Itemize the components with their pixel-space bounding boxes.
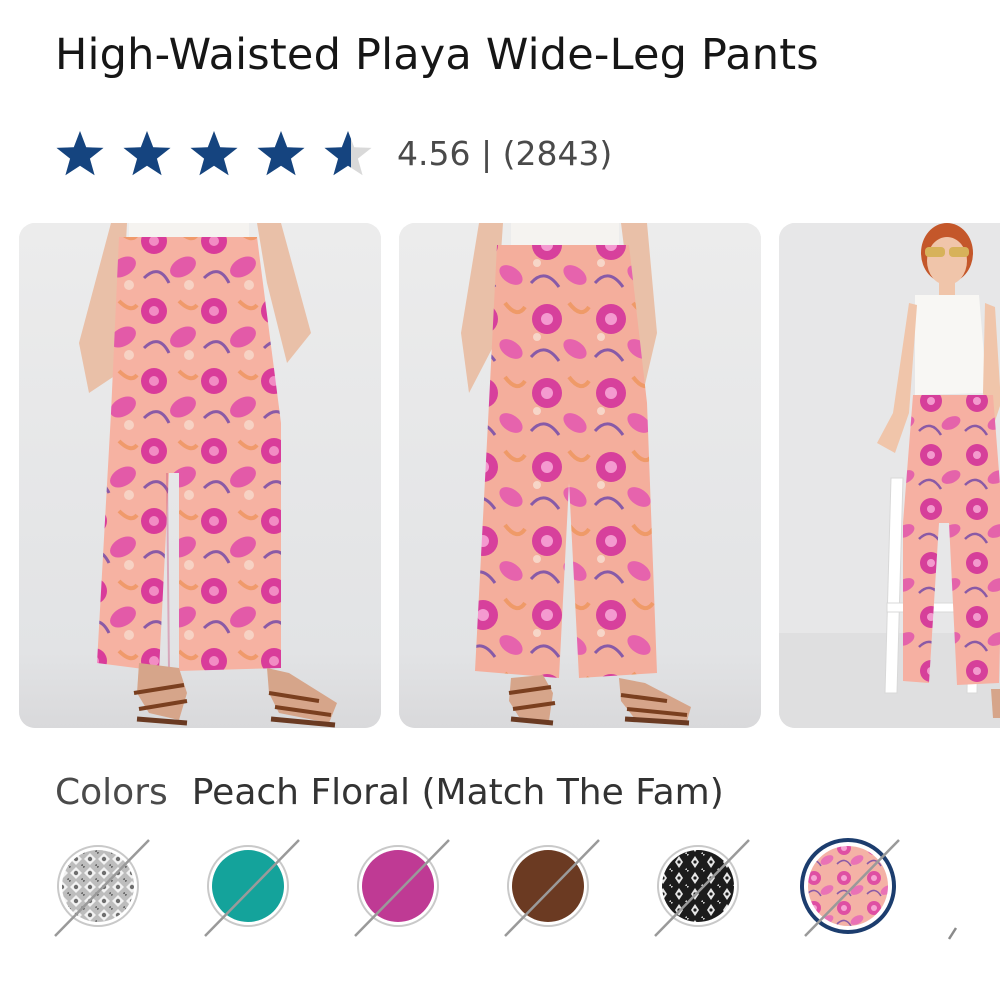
next-swatch-partial-icon [948, 927, 958, 940]
star-full-icon [56, 131, 104, 176]
colors-label: Colors [55, 772, 168, 813]
product-photo-model[interactable] [779, 223, 1000, 728]
rating-summary[interactable]: 4.56 | (2843) [397, 134, 612, 173]
color-swatches [54, 838, 1000, 948]
swatch-teal[interactable] [204, 838, 305, 938]
star-half-icon [324, 131, 372, 176]
swatch-black-damask[interactable] [654, 838, 755, 938]
product-photo-front[interactable] [19, 223, 381, 728]
product-rating[interactable]: 4.56 | (2843) [55, 128, 612, 178]
swatch-brown[interactable] [504, 838, 605, 938]
star-full-icon [190, 131, 238, 176]
product-title: High-Waisted Playa Wide-Leg Pants [55, 30, 819, 80]
rating-stars [55, 129, 373, 177]
selected-color-name: Peach Floral (Match The Fam) [191, 772, 724, 813]
star-full-icon [123, 131, 171, 176]
product-image-gallery[interactable] [0, 223, 1000, 728]
color-selection-header: Colors Peach Floral (Match The Fam) [55, 772, 724, 813]
swatch-peach-floral-selected[interactable] [800, 838, 905, 938]
star-full-icon [257, 131, 305, 176]
swatch-magenta[interactable] [354, 838, 455, 938]
product-photo-back[interactable] [399, 223, 761, 728]
product-page: High-Waisted Playa Wide-Leg Pants 4.56 |… [0, 0, 1000, 1000]
swatch-gray-geometric[interactable] [54, 838, 155, 938]
